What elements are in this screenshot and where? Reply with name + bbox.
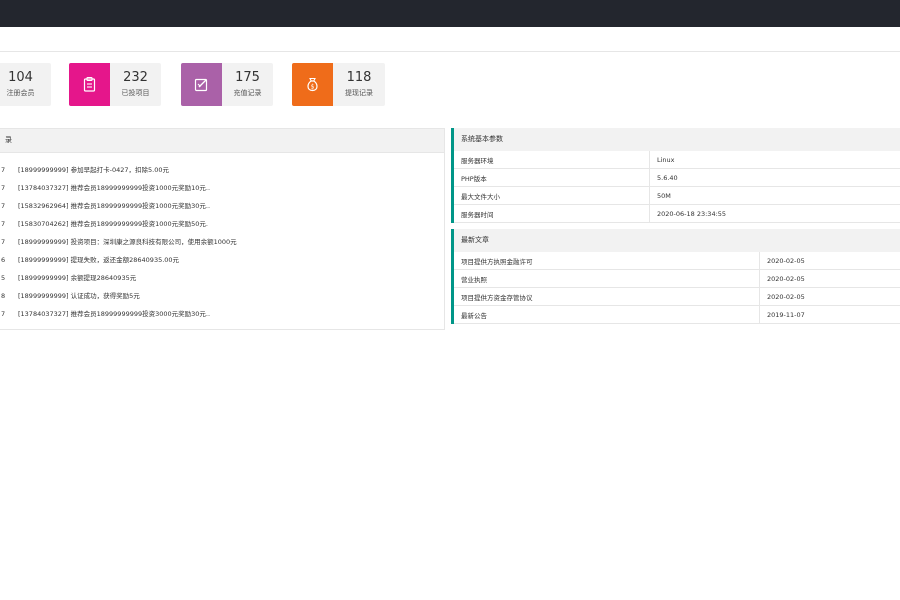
money-bag-icon: $: [307, 77, 318, 92]
stat-label: 充值记录: [233, 89, 262, 97]
table-row[interactable]: 最新公告 2019-11-07: [454, 305, 900, 324]
param-key: 服务器环境: [454, 151, 650, 169]
system-params-panel: 系统基本参数 服务器环境 Linux PHP版本 5.6.40 最大文件大小 5…: [451, 128, 900, 223]
log-row: 5 [18999999999] 余额提现28640935元: [1, 274, 137, 282]
stat-icon-box: $: [292, 63, 333, 106]
log-row: 7 [13784037327] 推荐会员18999999999投资1000元奖励1…: [1, 184, 211, 192]
latest-articles-table: 项目提供方执照金融许可 2020-02-05 营业执照 2020-02-05 项…: [454, 252, 900, 324]
article-title-link[interactable]: 项目提供方资金存管协议: [454, 287, 760, 306]
top-header-bar: [0, 0, 900, 27]
stat-number: 104: [8, 70, 33, 85]
log-row: 6 [18999999999] 提现失败，返还金额28640935.00元: [1, 256, 180, 264]
article-date: 2020-02-05: [759, 287, 900, 306]
stat-card-withdrawals[interactable]: $ 118 提现记录: [292, 63, 385, 106]
latest-articles-title: 最新文章: [454, 229, 900, 252]
stat-card-recharges[interactable]: 175 充值记录: [181, 63, 273, 106]
svg-text:$: $: [311, 83, 315, 90]
system-params-table: 服务器环境 Linux PHP版本 5.6.40 最大文件大小 50M 服务器时…: [454, 151, 900, 223]
log-row: 7 [15832962964] 推荐会员18999999999投资1000元奖励3…: [1, 202, 211, 210]
stat-card-projects[interactable]: 232 已投项目: [69, 63, 161, 106]
param-key: PHP版本: [454, 168, 650, 187]
article-date: 2020-02-05: [759, 269, 900, 288]
latest-articles-panel: 最新文章 项目提供方执照金融许可 2020-02-05 营业执照 2020-02…: [451, 229, 900, 324]
stat-label: 提现记录: [345, 89, 373, 97]
param-value: 2020-06-18 23:34:55: [649, 204, 900, 223]
log-row: 7 [13784037327] 推荐会员18999999999投资3000元奖励3…: [1, 310, 211, 318]
clipboard-icon: [83, 76, 96, 92]
log-row: 7 [15830704262] 推荐会员18999999999投资1000元奖励5…: [1, 220, 208, 228]
log-row: 7 [18999999999] 投资项目：深圳康之源良科技有限公司，使用余额100…: [1, 238, 237, 246]
stat-label: 已投项目: [121, 89, 150, 97]
table-row[interactable]: 项目提供方执照金融许可 2020-02-05: [454, 252, 900, 270]
article-title-link[interactable]: 项目提供方执照金融许可: [454, 252, 760, 270]
log-row: 8 [18999999999] 认证成功，获得奖励5元: [1, 292, 140, 300]
table-row[interactable]: 项目提供方资金存管协议 2020-02-05: [454, 287, 900, 306]
table-row: PHP版本 5.6.40: [454, 168, 900, 187]
article-title-link[interactable]: 最新公告: [454, 305, 760, 324]
param-value: Linux: [649, 151, 900, 169]
param-key: 最大文件大小: [454, 186, 650, 205]
edit-icon: [194, 78, 208, 92]
param-key: 服务器时间: [454, 204, 650, 223]
stat-card-members[interactable]: 104 注册会员: [0, 63, 51, 106]
article-date: 2019-11-07: [759, 305, 900, 324]
stat-icon-box: [181, 63, 222, 106]
param-value: 50M: [649, 186, 900, 205]
activity-log-title: 录: [0, 129, 444, 153]
article-title-link[interactable]: 营业执照: [454, 269, 760, 288]
log-row: 7 [18999999999] 参加早起打卡-0427，扣除5.00元: [1, 166, 169, 174]
table-row[interactable]: 营业执照 2020-02-05: [454, 269, 900, 288]
table-row: 服务器环境 Linux: [454, 151, 900, 169]
stat-number: 232: [123, 70, 148, 85]
article-date: 2020-02-05: [759, 252, 900, 270]
param-value: 5.6.40: [649, 168, 900, 187]
stat-number: 118: [346, 70, 372, 85]
stat-label: 注册会员: [6, 89, 35, 97]
system-params-title: 系统基本参数: [454, 128, 900, 151]
stat-icon-box: [69, 63, 110, 106]
tab-bar: [0, 27, 900, 52]
table-row: 服务器时间 2020-06-18 23:34:55: [454, 204, 900, 223]
activity-log-panel: 录 7 [18999999999] 参加早起打卡-0427，扣除5.00元 7 [1…: [0, 128, 445, 330]
table-row: 最大文件大小 50M: [454, 186, 900, 205]
stat-number: 175: [235, 70, 260, 85]
